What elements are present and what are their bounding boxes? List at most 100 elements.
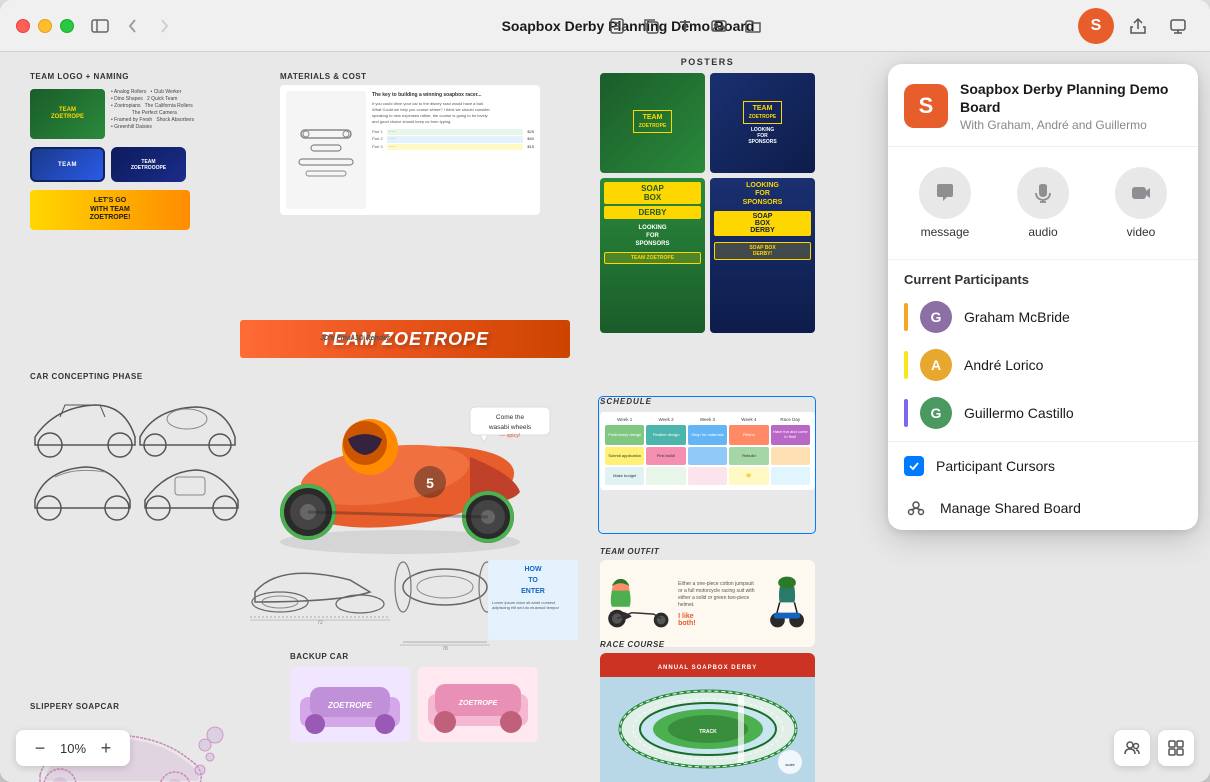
forward-button[interactable] (150, 12, 178, 40)
guillermo-avatar: G (920, 397, 952, 429)
message-action-button[interactable]: message (903, 161, 987, 245)
logo-blue-dark: TEAMZOETROOOPE (111, 147, 186, 182)
folder-tool-button[interactable] (739, 12, 767, 40)
graham-color-bar (904, 303, 908, 331)
collab-app-icon: S (904, 84, 948, 128)
svg-text:scale: scale (785, 762, 795, 767)
minimize-button[interactable] (38, 19, 52, 33)
schedule-table: Week 1 Week 2 Week 3 Week 4 Race Day Pre… (600, 412, 815, 490)
participant-graham[interactable]: G Graham McBride (888, 293, 1198, 341)
collaboration-panel: S Soapbox Derby Planning Demo Board With… (888, 64, 1198, 530)
sched-cell-11: Make budget (605, 467, 644, 485)
backup-car-label: BACKUP CAR (290, 652, 560, 661)
guillermo-name: Guillermo Castillo (964, 405, 1182, 421)
sched-cell-13 (688, 467, 727, 485)
collab-header: S Soapbox Derby Planning Demo Board With… (888, 64, 1198, 147)
sched-cell-6: Submit application (605, 447, 644, 465)
participant-guillermo[interactable]: G Guillermo Castillo (888, 389, 1198, 437)
nav-buttons (118, 12, 178, 40)
materials-content: The key to building a winning soapbox ra… (280, 85, 540, 215)
video-action-button[interactable]: video (1099, 161, 1183, 245)
manage-shared-board-row[interactable]: Manage Shared Board (888, 486, 1198, 530)
materials-label: MATERIALS & COST (280, 72, 560, 81)
backup-car-img-2: ZOETROPE (418, 667, 538, 742)
people-button[interactable] (1114, 730, 1150, 766)
week3-header: Week 3 (688, 417, 727, 422)
audio-action-label: audio (1028, 225, 1057, 239)
video-action-label: video (1127, 225, 1156, 239)
sched-cell-9: Rebuild (729, 447, 768, 465)
collab-board-name: Soapbox Derby Planning Demo Board (960, 80, 1182, 116)
team-logo-section: TEAM LOGO + NAMING TEAMZOETROPE • Analog… (30, 72, 270, 362)
materials-section: MATERIALS & COST (280, 72, 560, 232)
sched-cell-2: Finalize design (646, 425, 685, 445)
app-icon-button[interactable]: S (1078, 8, 1114, 44)
canvas-area[interactable]: TEAM LOGO + NAMING TEAMZOETROPE • Analog… (0, 52, 1210, 782)
andre-avatar: A (920, 349, 952, 381)
andre-name: André Lorico (964, 357, 1182, 373)
manage-shared-board-label: Manage Shared Board (940, 500, 1081, 516)
race-course-content: ANNUAL SOAPBOX DERBY (600, 653, 815, 782)
graham-name: Graham McBride (964, 309, 1182, 325)
sched-cell-8 (688, 447, 727, 465)
zoom-in-button[interactable]: + (94, 736, 118, 760)
car-concepting-section: CAR CONCEPTING PHASE (30, 372, 270, 572)
andre-color-bar (904, 351, 908, 379)
text-tool-button[interactable] (671, 12, 699, 40)
race-course-label: RACE COURSE (600, 640, 815, 649)
svg-text:wasabi wheels: wasabi wheels (488, 424, 532, 431)
poster-1: TEAM ZOETROPE (600, 73, 705, 173)
back-button[interactable] (118, 12, 146, 40)
raceday-header: Race Day (771, 417, 810, 422)
document-tool-button[interactable] (603, 12, 631, 40)
titlebar: Soapbox Derby Planning Demo Board (0, 0, 1210, 52)
copy-tool-button[interactable] (637, 12, 665, 40)
titlebar-right: S (1078, 8, 1194, 44)
audio-action-button[interactable]: audio (1001, 161, 1085, 245)
sched-cell-1: Preliminary design (605, 425, 644, 445)
grid-view-button[interactable] (1158, 730, 1194, 766)
lets-go-banner: LET'S GOWITH TEAMZOETROPE! (30, 190, 190, 230)
participant-andre[interactable]: A André Lorico (888, 341, 1198, 389)
race-poster-header: ANNUAL SOAPBOX DERBY (600, 653, 815, 677)
sidebar-toggle-button[interactable] (86, 12, 114, 40)
backup-car-section: BACKUP CAR ZOETROPE (290, 652, 560, 742)
team-outfit-content: Either a one-piece cotton jumpsuit or a … (600, 560, 815, 647)
share-button[interactable] (1122, 10, 1154, 42)
app-window: Soapbox Derby Planning Demo Board (0, 0, 1210, 782)
cost-table: The key to building a winning soapbox ra… (372, 91, 534, 209)
schedule-section: SCHEDULE Week 1 Week 2 Week 3 Week 4 Rac… (600, 397, 815, 490)
zoom-out-button[interactable]: − (28, 736, 52, 760)
poster-3: SOAP BOX DERBY LOOKINGFORSPONSORS TEAM Z… (600, 178, 705, 333)
zoom-level-display[interactable]: 10% (60, 741, 86, 756)
collab-title-block: Soapbox Derby Planning Demo Board With G… (960, 80, 1182, 132)
posters-section: POSTERS TEAM ZOETROPE TEAM ZOETR (600, 57, 815, 333)
close-button[interactable] (16, 19, 30, 33)
render-label: JD's Final 3D Render (320, 335, 390, 342)
car-concepting-label: CAR CONCEPTING PHASE (30, 372, 270, 381)
traffic-lights (16, 19, 74, 33)
participant-cursors-checkbox[interactable] (904, 456, 924, 476)
svg-text:5: 5 (426, 475, 434, 491)
week1-header: Week 1 (605, 417, 644, 422)
backup-car-images: ZOETROPE ZOETROPE (290, 667, 560, 742)
manage-board-icon (904, 496, 928, 520)
how-to-enter-title: HOWTOENTER (492, 564, 574, 598)
message-action-label: message (921, 225, 970, 239)
maximize-button[interactable] (60, 19, 74, 33)
race-course-section: RACE COURSE ANNUAL SOAPBOX DERBY (600, 640, 815, 782)
current-participants-label: Current Participants (888, 260, 1198, 293)
message-icon (919, 167, 971, 219)
svg-text:72: 72 (317, 620, 323, 626)
schedule-label: SCHEDULE (600, 397, 815, 406)
image-tool-button[interactable] (705, 12, 733, 40)
participant-cursors-row[interactable]: Participant Cursors (888, 446, 1198, 486)
poster-4: LOOKINGFORSPONSORS SOAP BOX DERBY SOAP B… (710, 178, 815, 333)
logo-green-1: TEAMZOETROPE (30, 89, 105, 139)
svg-text:ZOETROPE: ZOETROPE (327, 701, 373, 710)
week2-header: Week 2 (646, 417, 685, 422)
present-button[interactable] (1162, 10, 1194, 42)
week4-header: Week 4 (729, 417, 768, 422)
team-logo-label: TEAM LOGO + NAMING (30, 72, 270, 81)
team-outfit-label: TEAM OUTFIT (600, 547, 815, 556)
